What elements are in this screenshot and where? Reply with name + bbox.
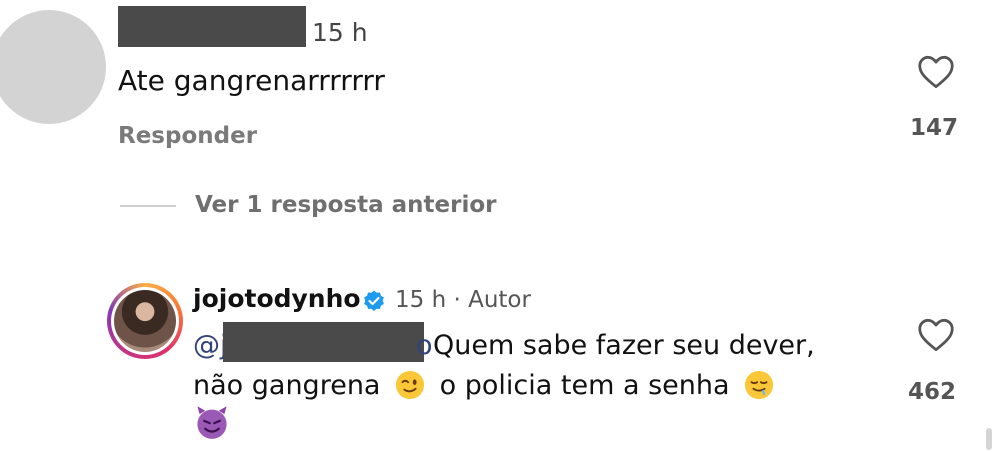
comment-time: 15 h: [312, 18, 368, 47]
like-count: 462: [908, 379, 957, 405]
comment-text-line2: não gangrena o policia tem a senha: [193, 370, 780, 401]
comment-text-segment: não gangrena: [193, 370, 381, 401]
comment-text-line1: Quem sabe fazer seu dever,: [433, 330, 815, 361]
smiling-devil-emoji: [197, 406, 227, 439]
drooling-face-emoji: [745, 370, 774, 400]
mention-suffix: o: [416, 330, 433, 361]
replies-divider-line: [120, 205, 176, 207]
heart-icon[interactable]: [917, 55, 955, 89]
author-avatar[interactable]: [107, 283, 183, 359]
redacted-username: [118, 6, 306, 47]
comment-text: Ate gangrenarrrrrrr: [118, 64, 385, 97]
commenter-avatar[interactable]: [0, 10, 106, 124]
comment-text-segment: o policia tem a senha: [439, 370, 730, 401]
winking-face-emoji: [396, 370, 425, 400]
author-username[interactable]: jojotodynho: [193, 284, 361, 313]
verified-icon: [364, 290, 384, 311]
scrollbar[interactable]: [986, 428, 992, 450]
reply-button[interactable]: Responder: [118, 123, 257, 149]
comment-meta: 15 h · Autor: [395, 287, 531, 313]
avatar-photo: [114, 290, 176, 352]
view-previous-replies-button[interactable]: Ver 1 resposta anterior: [195, 192, 496, 218]
redacted-mention: [223, 322, 424, 362]
like-count: 147: [910, 115, 959, 141]
heart-icon[interactable]: [917, 318, 955, 352]
